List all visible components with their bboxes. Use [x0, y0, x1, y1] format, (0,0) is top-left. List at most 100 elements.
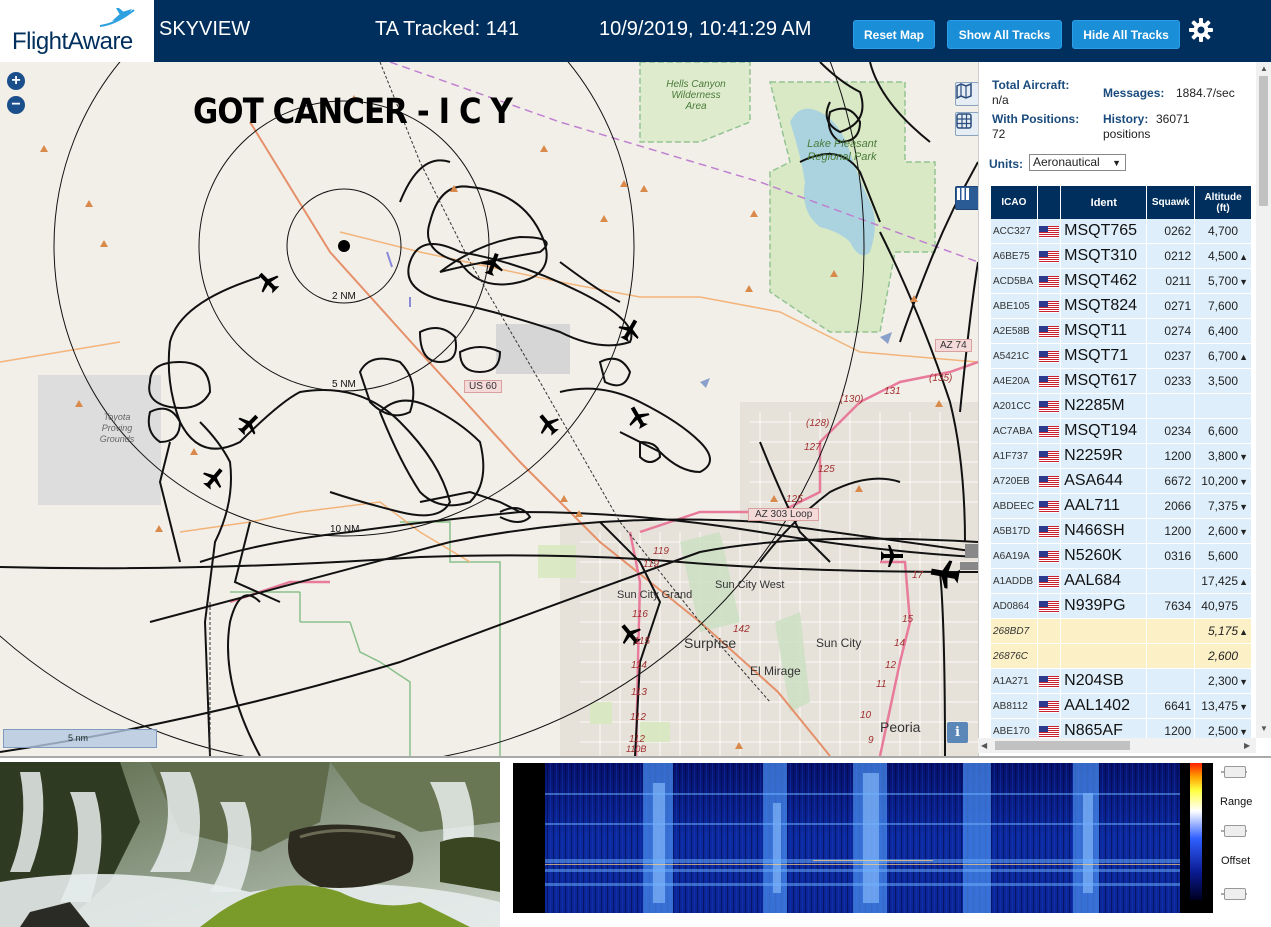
map-area[interactable]: GOT CANCER - I C Y 2 NM 5 NM 10 NM Hells…	[0, 62, 978, 756]
waterfall-image	[0, 762, 500, 927]
units-select[interactable]: Aeronautical	[1029, 154, 1126, 171]
info-button[interactable]: i	[947, 722, 968, 743]
zoom-out-button[interactable]: −	[7, 96, 25, 114]
map-icon	[956, 83, 972, 99]
col-ident[interactable]: Ident	[1061, 186, 1147, 219]
squawk-cell: 0274	[1147, 319, 1195, 344]
grid-toggle-button[interactable]	[955, 112, 978, 136]
col-altitude[interactable]: Altitude (ft)	[1195, 186, 1251, 219]
panel-horizontal-scrollbar[interactable]: ◀ ▶	[978, 738, 1256, 753]
icao-cell: A5B17D	[991, 519, 1037, 544]
altitude-trend-icon: ▲	[1239, 577, 1248, 587]
altitude-value: 6,400	[1207, 324, 1238, 338]
road-110b: 110B	[626, 744, 647, 754]
map-canvas[interactable]	[0, 62, 978, 756]
grid-icon	[956, 113, 972, 129]
altitude-value: 5,600	[1207, 549, 1238, 563]
aircraft-row[interactable]: ABDEEC AAL711 2066 7,375▼	[991, 494, 1251, 519]
altitude-cell: 6,400	[1195, 319, 1251, 344]
altitude-cell: 40,975	[1195, 594, 1251, 619]
offset-slider-knob[interactable]	[1224, 825, 1246, 837]
units-label: Units:	[989, 157, 1023, 171]
col-squawk[interactable]: Squawk	[1147, 186, 1195, 219]
range-slider-knob[interactable]	[1224, 766, 1246, 778]
hide-all-tracks-button[interactable]: Hide All Tracks	[1072, 20, 1180, 49]
gear-icon[interactable]	[1188, 17, 1214, 43]
road-11: 11	[876, 679, 887, 690]
altitude-value: 17,425	[1201, 574, 1238, 588]
flag-cell	[1037, 594, 1061, 619]
top-header: FlightAware SKYVIEW TA Tracked: 141 10/9…	[0, 0, 1271, 63]
aircraft-row[interactable]: A5B17D N466SH 1200 2,600▼	[991, 519, 1251, 544]
scroll-down-icon[interactable]: ▼	[1260, 724, 1268, 733]
aircraft-row[interactable]: A1ADDB AAL684 17,425▲	[991, 569, 1251, 594]
altitude-cell: 4,500▲	[1195, 244, 1251, 269]
icao-cell: A6A19A	[991, 544, 1037, 569]
col-flag[interactable]	[1037, 186, 1061, 219]
place-el-mirage: El Mirage	[750, 664, 801, 678]
aircraft-row[interactable]: A6BE75 MSQT310 0212 4,500▲	[991, 244, 1251, 269]
bottom-slider-knob[interactable]	[1224, 888, 1246, 900]
range-label: Range	[1220, 796, 1253, 808]
flag-cell	[1037, 319, 1061, 344]
squawk-cell	[1147, 644, 1195, 669]
altitude-value: 2,600	[1207, 524, 1238, 538]
history-unit: positions	[1103, 127, 1151, 141]
scroll-up-icon[interactable]: ▲	[1260, 64, 1268, 73]
vertical-scroll-thumb[interactable]	[1259, 76, 1268, 206]
squawk-cell	[1147, 569, 1195, 594]
altitude-value: 6,600	[1207, 424, 1238, 438]
altitude-trend-icon: ▼	[1239, 452, 1248, 462]
aircraft-row[interactable]: AD0864 N939PG 7634 40,975	[991, 594, 1251, 619]
flag-cell	[1037, 644, 1061, 669]
altitude-cell: 3,800▼	[1195, 444, 1251, 469]
us-flag-icon	[1038, 300, 1059, 313]
flag-cell	[1037, 394, 1061, 419]
flag-cell	[1037, 219, 1061, 244]
panel-vertical-scrollbar[interactable]: ▲ ▼	[1256, 62, 1271, 738]
aircraft-row[interactable]: A720EB ASA644 6672 10,200▼	[991, 469, 1251, 494]
aircraft-row[interactable]: A1F737 N2259R 1200 3,800▼	[991, 444, 1251, 469]
altitude-trend-icon: ▼	[1239, 502, 1248, 512]
zoom-in-button[interactable]: +	[7, 72, 25, 90]
ident-cell: N939PG	[1061, 594, 1147, 619]
col-icao[interactable]: ICAO	[991, 186, 1037, 219]
flag-cell	[1037, 369, 1061, 394]
squawk-cell: 0237	[1147, 344, 1195, 369]
road-az74: AZ 74	[935, 339, 972, 352]
reset-map-button[interactable]: Reset Map	[853, 20, 935, 49]
road-116: 116	[632, 609, 648, 620]
aircraft-row[interactable]: 26876C 2,600	[991, 644, 1251, 669]
aircraft-row[interactable]: A6A19A N5260K 0316 5,600	[991, 544, 1251, 569]
aircraft-row[interactable]: ABE105 MSQT824 0271 7,600	[991, 294, 1251, 319]
aircraft-row[interactable]: A201CC N2285M	[991, 394, 1251, 419]
aircraft-row[interactable]: A5421C MSQT71 0237 6,700▲	[991, 344, 1251, 369]
us-flag-icon	[1038, 450, 1059, 463]
scroll-right-icon[interactable]: ▶	[1244, 741, 1250, 750]
road-az303: AZ 303 Loop	[748, 508, 820, 521]
ident-cell: N2285M	[1061, 394, 1147, 419]
altitude-value: 7,600	[1207, 299, 1238, 313]
aircraft-row[interactable]: AB8112 AAL1402 6641 13,475▼	[991, 694, 1251, 719]
aircraft-row[interactable]: 268BD7 5,175▲	[991, 619, 1251, 644]
us-flag-icon	[1038, 375, 1059, 388]
squawk-cell	[1147, 669, 1195, 694]
icao-cell: ACC327	[991, 219, 1037, 244]
aircraft-row[interactable]: A2E58B MSQT11 0274 6,400	[991, 319, 1251, 344]
map-layers-button[interactable]	[955, 82, 978, 106]
ident-cell: N2259R	[1061, 444, 1147, 469]
us-flag-icon	[1038, 575, 1059, 588]
waterfall-photo	[0, 762, 500, 927]
horizontal-scroll-thumb[interactable]	[995, 741, 1130, 750]
flightaware-logo[interactable]: FlightAware	[0, 0, 154, 62]
altitude-value: 2,500	[1207, 724, 1238, 738]
aircraft-row[interactable]: AC7ABA MSQT194 0234 6,600	[991, 419, 1251, 444]
aircraft-row[interactable]: A4E20A MSQT617 0233 3,500	[991, 369, 1251, 394]
aircraft-row[interactable]: ACD5BA MSQT462 0211 5,700▼	[991, 269, 1251, 294]
aircraft-row[interactable]: ACC327 MSQT765 0262 4,700	[991, 219, 1251, 244]
show-all-tracks-button[interactable]: Show All Tracks	[947, 20, 1062, 49]
toggle-sidebar-button[interactable]	[955, 186, 978, 210]
us-flag-icon	[1038, 525, 1059, 538]
scroll-left-icon[interactable]: ◀	[981, 741, 987, 750]
aircraft-row[interactable]: A1A271 N204SB 2,300▼	[991, 669, 1251, 694]
